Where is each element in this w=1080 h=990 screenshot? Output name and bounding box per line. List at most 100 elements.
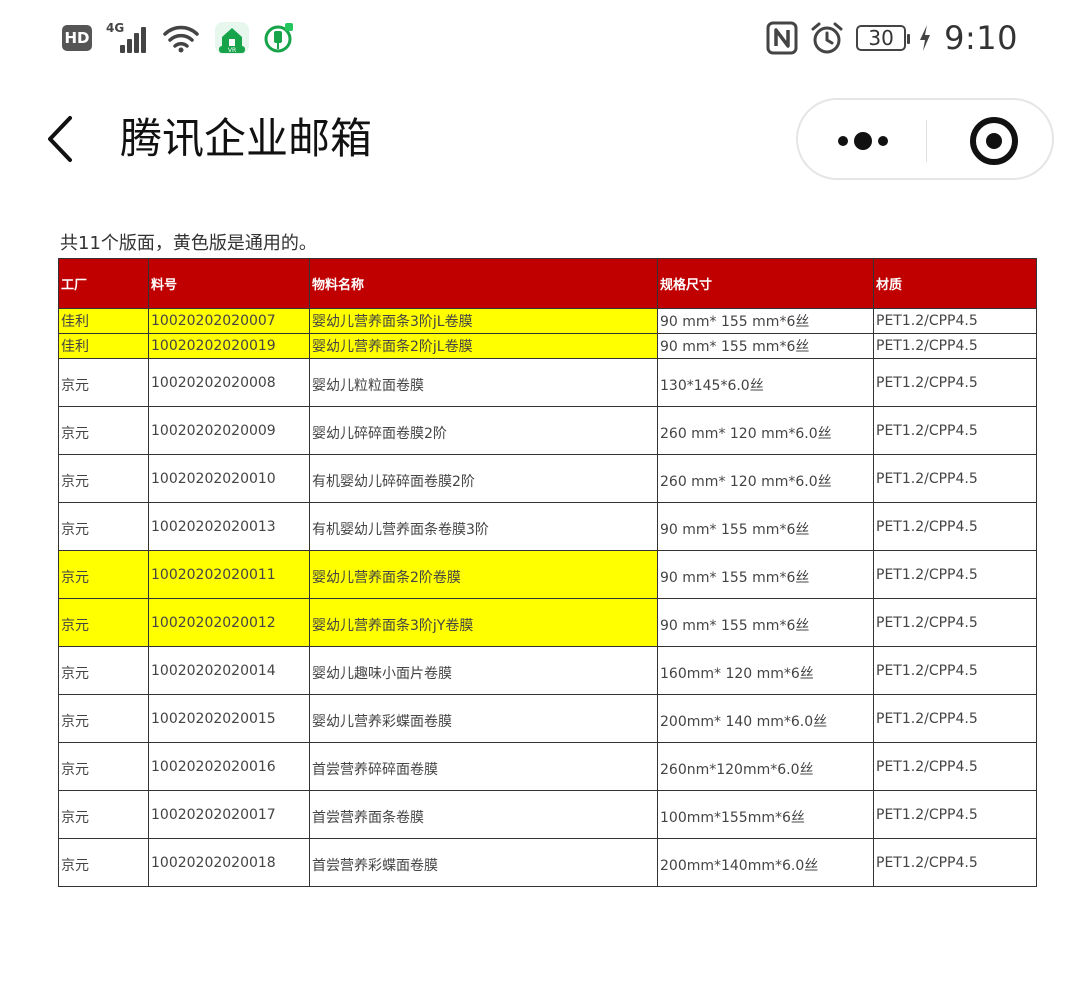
table-cell: 10020202020011 <box>148 550 310 599</box>
battery-icon: 30 <box>856 25 911 51</box>
table-cell: 10020202020012 <box>148 598 310 647</box>
table-cell: 10020202020017 <box>148 790 310 839</box>
battery-level: 30 <box>868 26 894 50</box>
table-row: 京元 10020202020018 首尝营养彩蝶面卷膜 200mm*140mm*6.0… <box>58 838 1037 887</box>
wifi-icon <box>162 23 200 53</box>
table-cell: 260nm*120mm*6.0丝 <box>657 742 874 791</box>
network-type: 4G <box>106 21 125 35</box>
table-cell: PET1.2/CPP4.5 <box>873 694 1037 743</box>
column-header: 工厂 <box>58 258 149 309</box>
table-cell: PET1.2/CPP4.5 <box>873 598 1037 647</box>
table-cell: 90 mm* 155 mm*6丝 <box>657 308 874 334</box>
table-cell: 婴幼儿趣味小面片卷膜 <box>309 646 658 695</box>
column-header: 物料名称 <box>309 258 658 309</box>
table-cell: 90 mm* 155 mm*6丝 <box>657 333 874 359</box>
table-row: 京元 10020202020015 婴幼儿营养彩蝶面卷膜 200mm* 140 mm*… <box>58 694 1037 743</box>
table-row: 京元 10020202020009 婴幼儿碎碎面卷膜2阶 260 mm* 120 mm… <box>58 406 1037 455</box>
table-cell: 260 mm* 120 mm*6.0丝 <box>657 406 874 455</box>
table-cell: 京元 <box>58 550 149 599</box>
table-cell: 260 mm* 120 mm*6.0丝 <box>657 454 874 503</box>
table-cell: 90 mm* 155 mm*6丝 <box>657 502 874 551</box>
status-right: 30 9:10 <box>766 18 1018 58</box>
table-body: 佳利 10020202020007 婴幼儿营养面条3阶jL卷膜 90 mm* 155 … <box>58 308 1037 887</box>
table-cell: PET1.2/CPP4.5 <box>873 406 1037 455</box>
plug-app-icon <box>264 22 294 54</box>
table-cell: 10020202020016 <box>148 742 310 791</box>
table-row: 京元 10020202020013 有机婴幼儿营养面条卷膜3阶 90 mm* 155 … <box>58 502 1037 551</box>
table-cell: 200mm*140mm*6.0丝 <box>657 838 874 887</box>
table-cell: 200mm* 140 mm*6.0丝 <box>657 694 874 743</box>
table-cell: 婴幼儿营养彩蝶面卷膜 <box>309 694 658 743</box>
table-cell: 10020202020019 <box>148 333 310 359</box>
table-cell: 有机婴幼儿碎碎面卷膜2阶 <box>309 454 658 503</box>
table-cell: 90 mm* 155 mm*6丝 <box>657 550 874 599</box>
table-cell: 10020202020008 <box>148 358 310 407</box>
table-row: 京元 10020202020012 婴幼儿营养面条3阶jY卷膜 90 mm* 155 … <box>58 598 1037 647</box>
table-cell: 100mm*155mm*6丝 <box>657 790 874 839</box>
table-cell: 京元 <box>58 742 149 791</box>
table-row: 京元 10020202020017 首尝营养面条卷膜 100mm*155mm*6丝 PE… <box>58 790 1037 839</box>
material-table: 工厂 料号 物料名称 规格尺寸 材质 佳利 10020202020007 婴幼儿营养面条3阶… <box>58 258 1037 887</box>
table-row: 京元 10020202020011 婴幼儿营养面条2阶卷膜 90 mm* 155 mm… <box>58 550 1037 599</box>
table-cell: 160mm* 120 mm*6丝 <box>657 646 874 695</box>
table-cell: 10020202020010 <box>148 454 310 503</box>
hd-icon: HD <box>62 25 92 51</box>
column-header: 料号 <box>148 258 310 309</box>
chevron-left-icon <box>48 116 72 162</box>
table-cell: PET1.2/CPP4.5 <box>873 308 1037 334</box>
table-cell: 10020202020015 <box>148 694 310 743</box>
table-cell: PET1.2/CPP4.5 <box>873 646 1037 695</box>
table-cell: PET1.2/CPP4.5 <box>873 358 1037 407</box>
table-cell: 京元 <box>58 358 149 407</box>
table-cell: 婴幼儿营养面条2阶卷膜 <box>309 550 658 599</box>
capsule-divider <box>926 120 927 162</box>
table-cell: 京元 <box>58 838 149 887</box>
table-cell: 有机婴幼儿营养面条卷膜3阶 <box>309 502 658 551</box>
table-cell: 婴幼儿营养面条3阶jY卷膜 <box>309 598 658 647</box>
table-cell: 10020202020009 <box>148 406 310 455</box>
table-cell: 90 mm* 155 mm*6丝 <box>657 598 874 647</box>
table-cell: PET1.2/CPP4.5 <box>873 502 1037 551</box>
table-header-row: 工厂 料号 物料名称 规格尺寸 材质 <box>58 258 1037 309</box>
table-row: 佳利 10020202020007 婴幼儿营养面条3阶jL卷膜 90 mm* 155 … <box>58 308 1037 334</box>
table-cell: PET1.2/CPP4.5 <box>873 333 1037 359</box>
column-header: 材质 <box>873 258 1037 309</box>
app-badge-text: VR <box>228 47 236 54</box>
table-cell: 京元 <box>58 598 149 647</box>
table-cell: 10020202020014 <box>148 646 310 695</box>
signal-icon: 4G <box>106 21 148 53</box>
table-cell: 10020202020007 <box>148 308 310 334</box>
table-cell: 婴幼儿营养面条2阶jL卷膜 <box>309 333 658 359</box>
more-button[interactable] <box>818 110 908 170</box>
table-cell: 京元 <box>58 502 149 551</box>
table-cell: 婴幼儿碎碎面卷膜2阶 <box>309 406 658 455</box>
table-row: 佳利 10020202020019 婴幼儿营养面条2阶jL卷膜 90 mm* 155 … <box>58 333 1037 359</box>
intro-note: 共11个版面，黄色版是通用的。 <box>60 233 317 254</box>
table-cell: 首尝营养彩蝶面卷膜 <box>309 838 658 887</box>
column-header: 规格尺寸 <box>657 258 874 309</box>
table-cell: PET1.2/CPP4.5 <box>873 550 1037 599</box>
table-cell: PET1.2/CPP4.5 <box>873 742 1037 791</box>
close-button[interactable] <box>948 110 1038 170</box>
table-cell: 婴幼儿粒粒面卷膜 <box>309 358 658 407</box>
table-cell: 京元 <box>58 646 149 695</box>
table-cell: 佳利 <box>58 308 149 334</box>
table-cell: PET1.2/CPP4.5 <box>873 838 1037 887</box>
table-cell: 京元 <box>58 406 149 455</box>
more-dots-icon <box>838 132 888 150</box>
back-button[interactable] <box>38 114 88 164</box>
table-cell: 京元 <box>58 694 149 743</box>
nfc-icon <box>766 21 798 55</box>
table-cell: 130*145*6.0丝 <box>657 358 874 407</box>
nav-bar: 腾讯企业邮箱 <box>0 96 1080 184</box>
table-row: 京元 10020202020016 首尝营养碎碎面卷膜 260nm*120mm*6.0… <box>58 742 1037 791</box>
table-cell: 10020202020013 <box>148 502 310 551</box>
table-row: 京元 10020202020010 有机婴幼儿碎碎面卷膜2阶 260 mm* 120 … <box>58 454 1037 503</box>
table-cell: 首尝营养面条卷膜 <box>309 790 658 839</box>
table-cell: 京元 <box>58 454 149 503</box>
target-close-icon <box>970 117 1018 165</box>
status-bar: HD 4G VR 30 9:10 <box>0 0 1080 76</box>
table-cell: 10020202020018 <box>148 838 310 887</box>
status-left: HD 4G VR <box>62 20 294 56</box>
home-app-icon: VR <box>214 21 250 55</box>
